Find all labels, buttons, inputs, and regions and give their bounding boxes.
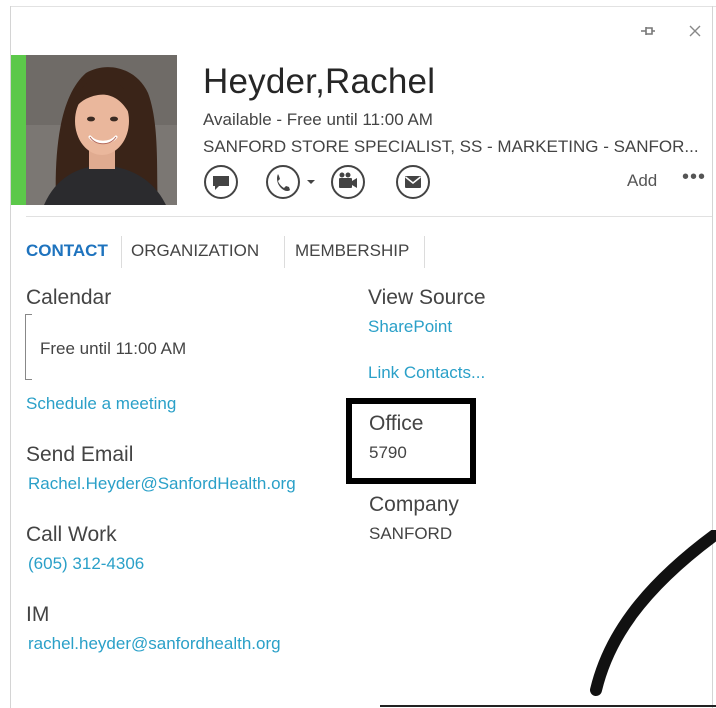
company-label: Company <box>369 493 459 516</box>
calendar-label: Calendar <box>26 286 112 309</box>
video-call-button[interactable] <box>330 164 366 200</box>
view-source-label: View Source <box>368 286 486 309</box>
im-button[interactable] <box>203 164 239 200</box>
calendar-free-indicator <box>25 314 32 380</box>
phone-icon <box>266 165 300 199</box>
contact-photo <box>26 55 177 205</box>
window-bottom-border <box>380 705 716 707</box>
chat-icon <box>204 165 238 199</box>
tab-organization[interactable]: ORGANIZATION <box>131 241 259 261</box>
call-options-chevron-down-icon[interactable] <box>305 172 317 192</box>
email-button[interactable] <box>395 164 431 200</box>
office-label: Office <box>369 412 424 435</box>
company-value: SANFORD <box>369 524 453 543</box>
add-button[interactable]: Add <box>627 171 657 191</box>
mail-icon <box>396 165 430 199</box>
link-contacts-link[interactable]: Link Contacts... <box>368 363 485 383</box>
contact-title: SANFORD STORE SPECIALIST, SS - MARKETING… <box>203 137 699 156</box>
im-label: IM <box>26 603 50 626</box>
tab-divider <box>424 236 425 268</box>
call-work-link[interactable]: (605) 312-4306 <box>28 554 144 574</box>
more-options-button[interactable]: ••• <box>682 166 706 189</box>
im-link[interactable]: rachel.heyder@sanfordhealth.org <box>28 634 281 654</box>
sharepoint-link[interactable]: SharePoint <box>368 317 452 337</box>
calendar-value: Free until 11:00 AM <box>40 339 187 358</box>
presence-indicator <box>11 55 26 205</box>
window-top-border <box>10 6 716 7</box>
office-value: 5790 <box>369 443 407 462</box>
send-email-link[interactable]: Rachel.Heyder@SanfordHealth.org <box>28 474 296 494</box>
office-highlight-box <box>346 398 476 484</box>
tab-divider <box>284 236 285 268</box>
call-work-label: Call Work <box>26 523 117 546</box>
header-divider <box>26 216 712 217</box>
contact-name: Heyder,Rachel <box>203 62 436 101</box>
presence-status: Available - Free until 11:00 AM <box>203 110 433 129</box>
pin-icon[interactable] <box>637 20 659 42</box>
tab-divider <box>121 236 122 268</box>
annotation-arc-stroke <box>590 530 716 696</box>
call-button[interactable] <box>265 164 301 200</box>
send-email-label: Send Email <box>26 443 134 466</box>
schedule-meeting-link[interactable]: Schedule a meeting <box>26 394 176 414</box>
tab-membership[interactable]: MEMBERSHIP <box>295 241 409 261</box>
close-icon[interactable] <box>684 20 706 42</box>
video-icon <box>331 165 365 199</box>
tab-contact[interactable]: CONTACT <box>26 241 108 261</box>
